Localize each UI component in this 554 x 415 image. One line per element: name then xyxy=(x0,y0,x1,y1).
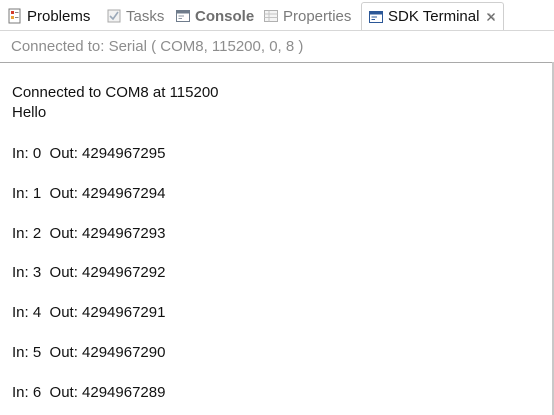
sdk-terminal-icon xyxy=(368,9,384,25)
problems-icon xyxy=(7,8,23,24)
terminal-line: In: 4 Out: 4294967291 xyxy=(12,304,166,321)
tab-sdk-terminal-label: SDK Terminal xyxy=(388,8,480,25)
tab-properties[interactable]: Properties xyxy=(263,3,351,29)
tab-console[interactable]: Console xyxy=(175,3,254,29)
tab-tasks-label: Tasks xyxy=(126,7,165,25)
tab-problems[interactable]: Problems xyxy=(7,3,90,29)
tab-properties-label: Properties xyxy=(283,7,352,25)
properties-icon xyxy=(263,8,279,24)
terminal-line: Connected to COM8 at 115200 xyxy=(12,84,219,101)
terminal-line: In: 3 Out: 4294967292 xyxy=(12,264,166,281)
tab-sdk-terminal[interactable]: SDK Terminal xyxy=(361,2,505,30)
tab-tasks[interactable]: Tasks xyxy=(106,3,164,29)
terminal-line: Hello xyxy=(12,104,47,121)
connection-status: Connected to: Serial ( COM8, 115200, 0, … xyxy=(11,38,304,55)
close-icon[interactable] xyxy=(485,11,497,23)
console-icon xyxy=(175,8,191,24)
tab-problems-label: Problems xyxy=(27,7,91,25)
tasks-icon xyxy=(106,8,122,24)
tab-console-label: Console xyxy=(195,7,255,25)
terminal-line: In: 6 Out: 4294967289 xyxy=(12,384,166,401)
view-root: Problems Tasks Console Properties SDK Te… xyxy=(0,0,554,415)
view-tab-bar: Problems Tasks Console Properties SDK Te… xyxy=(0,0,554,31)
terminal-line: In: 2 Out: 4294967293 xyxy=(12,225,166,242)
terminal-line: In: 1 Out: 4294967294 xyxy=(12,185,166,202)
terminal-line: In: 0 Out: 4294967295 xyxy=(12,145,166,162)
terminal-line: In: 5 Out: 4294967290 xyxy=(12,344,166,361)
